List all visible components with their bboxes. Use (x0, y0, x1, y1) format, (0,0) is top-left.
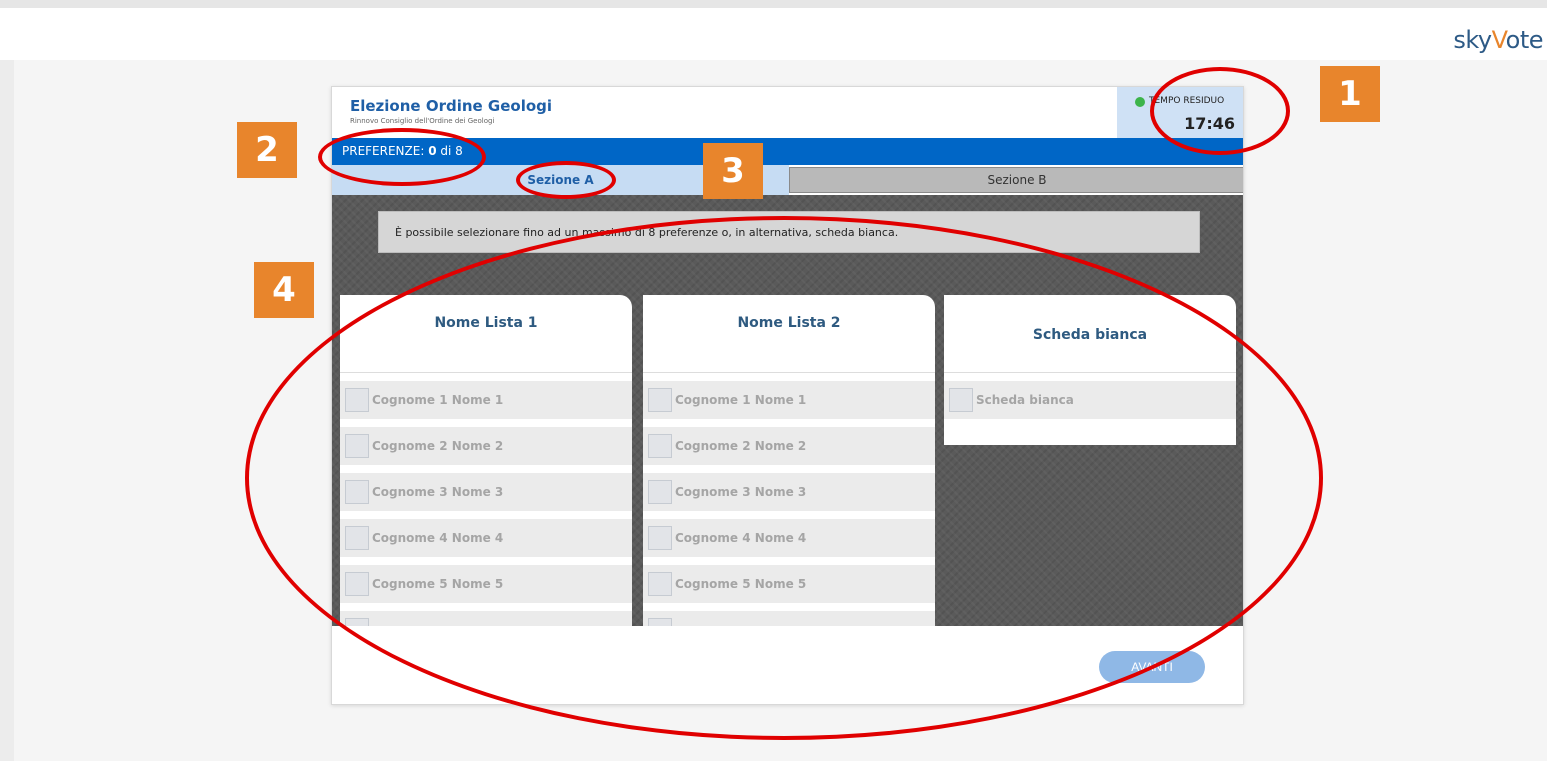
blank-ballot-column: Scheda bianca Scheda bianca (944, 295, 1236, 445)
candidate-row[interactable]: Cognome 2 Nome 2 (340, 427, 632, 465)
annotation-badge-4: 4 (254, 262, 314, 318)
ballot-footer: AVANTI (332, 626, 1243, 704)
annotation-badge-1: 1 (1320, 66, 1380, 122)
top-bar: skyVote (0, 0, 1547, 60)
ballot-board: È possibile selezionare fino ad un massi… (332, 195, 1243, 626)
preferences-count: 0 (428, 144, 437, 158)
selection-notice: È possibile selezionare fino ad un massi… (378, 211, 1200, 253)
checkbox[interactable] (648, 480, 672, 504)
timer-value: 17:46 (1184, 114, 1235, 133)
checkbox[interactable] (345, 572, 369, 596)
section-tabs: Sezione A Sezione B (332, 165, 1243, 195)
checkbox[interactable] (648, 572, 672, 596)
left-strip (0, 60, 14, 761)
checkbox[interactable] (648, 388, 672, 412)
list-column-2: Nome Lista 2 Cognome 1 Nome 1 Cognome 2 … (643, 295, 935, 626)
blank-ballot-row[interactable]: Scheda bianca (944, 381, 1236, 419)
candidate-row[interactable]: Cognome 5 Nome 5 (340, 565, 632, 603)
candidate-row[interactable]: Cognome 4 Nome 4 (643, 519, 935, 557)
annotation-badge-3: 3 (703, 143, 763, 199)
annotation-badge-2: 2 (237, 122, 297, 178)
status-dot-icon (1135, 97, 1145, 107)
tab-sezione-b[interactable]: Sezione B (789, 167, 1243, 193)
candidate-row[interactable]: Cognome 3 Nome 3 (340, 473, 632, 511)
preferences-bar: PREFERENZE: 0 di 8 (332, 138, 1243, 165)
election-subtitle: Rinnovo Consiglio dell'Ordine dei Geolog… (350, 117, 495, 125)
preferences-total: di 8 (440, 144, 463, 158)
skyvote-logo: skyVote (1453, 26, 1543, 54)
checkbox[interactable] (345, 480, 369, 504)
checkbox[interactable] (648, 526, 672, 550)
list-title: Nome Lista 1 (340, 295, 632, 373)
next-button[interactable]: AVANTI (1099, 651, 1205, 683)
candidate-row[interactable]: Cognome 4 Nome 4 (340, 519, 632, 557)
list-column-1: Nome Lista 1 Cognome 1 Nome 1 Cognome 2 … (340, 295, 632, 626)
ballot-card: Elezione Ordine Geologi Rinnovo Consigli… (331, 86, 1244, 705)
ballot-header: Elezione Ordine Geologi Rinnovo Consigli… (332, 87, 1243, 138)
checkbox[interactable] (345, 618, 369, 626)
checkbox[interactable] (648, 434, 672, 458)
election-title: Elezione Ordine Geologi (350, 97, 553, 115)
list-title: Scheda bianca (944, 295, 1236, 373)
checkbox[interactable] (345, 388, 369, 412)
candidate-row-partial[interactable] (340, 611, 632, 626)
candidate-row[interactable]: Cognome 1 Nome 1 (340, 381, 632, 419)
list-title: Nome Lista 2 (643, 295, 935, 373)
checkbox[interactable] (648, 618, 672, 626)
checkbox[interactable] (345, 526, 369, 550)
candidate-row[interactable]: Cognome 1 Nome 1 (643, 381, 935, 419)
timer-box: TEMPO RESIDUO 17:46 (1117, 87, 1243, 138)
preferences-label: PREFERENZE: (342, 144, 425, 158)
checkbox[interactable] (949, 388, 973, 412)
candidate-row[interactable]: Cognome 3 Nome 3 (643, 473, 935, 511)
timer-label: TEMPO RESIDUO (1149, 96, 1225, 106)
candidate-row[interactable]: Cognome 5 Nome 5 (643, 565, 935, 603)
candidate-row-partial[interactable] (643, 611, 935, 626)
checkbox[interactable] (345, 434, 369, 458)
candidate-row[interactable]: Cognome 2 Nome 2 (643, 427, 935, 465)
